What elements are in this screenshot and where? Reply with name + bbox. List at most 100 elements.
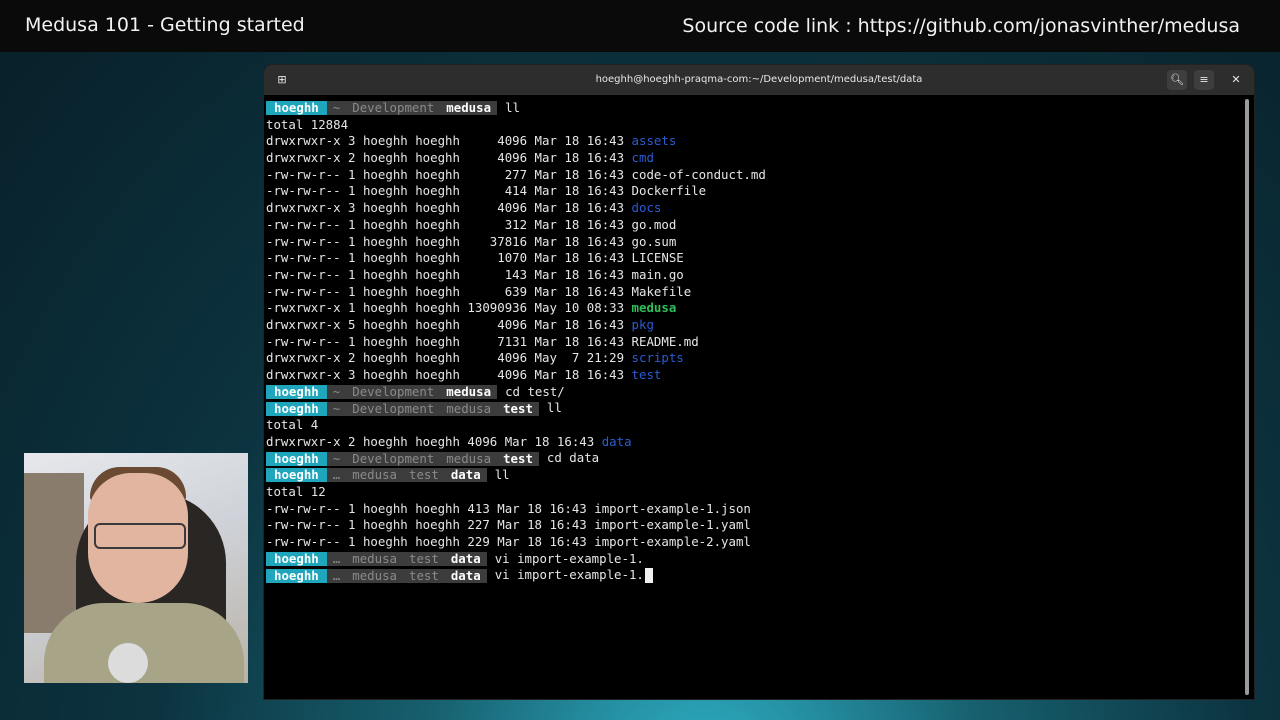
prompt-path-segment: … bbox=[326, 568, 347, 583]
prompt-current-dir: test bbox=[497, 401, 539, 416]
terminal-output[interactable]: hoeghh ~ Development medusa ll total 12884 drw… bbox=[266, 100, 766, 584]
listing-row: -rw-rw-r-- 1 hoeghh hoeghh 229 Mar 18 16… bbox=[266, 534, 766, 551]
text-cursor bbox=[644, 568, 653, 584]
file-meta: -rw-rw-r-- 1 hoeghh hoeghh 277 Mar 18 16… bbox=[266, 166, 632, 182]
prompt-path-segment: medusa bbox=[346, 468, 403, 483]
file-name: import-example-2.yaml bbox=[594, 533, 751, 549]
prompt-user: hoeghh bbox=[266, 468, 327, 483]
listing-total: total 12 bbox=[266, 483, 326, 499]
prompt-path-segment: ~ bbox=[326, 101, 347, 116]
file-meta: drwxrwxr-x 2 hoeghh hoeghh 4096 Mar 18 1… bbox=[266, 433, 602, 449]
prompt-path-segment: medusa bbox=[440, 451, 498, 466]
listing-row: -rw-rw-r-- 1 hoeghh hoeghh 1070 Mar 18 1… bbox=[266, 250, 766, 267]
file-name: README.md bbox=[631, 333, 699, 349]
file-name: import-example-1.json bbox=[594, 500, 751, 516]
prompt-path-segment: test bbox=[403, 468, 445, 483]
prompt-current-dir: data bbox=[444, 568, 487, 583]
file-meta: -rw-rw-r-- 1 hoeghh hoeghh 229 Mar 18 16… bbox=[266, 533, 595, 549]
listing-row: -rw-rw-r-- 1 hoeghh hoeghh 639 Mar 18 16… bbox=[266, 284, 766, 301]
prompt-path-segment: test bbox=[403, 568, 445, 583]
prompt-current-dir: medusa bbox=[440, 385, 498, 400]
file-meta: -rw-rw-r-- 1 hoeghh hoeghh 227 Mar 18 16… bbox=[266, 517, 595, 533]
file-meta: drwxrwxr-x 2 hoeghh hoeghh 4096 May 7 21… bbox=[266, 350, 632, 366]
webcam-overlay bbox=[24, 453, 248, 683]
listing-total: total 12884 bbox=[266, 116, 349, 132]
prompt-path-segment: medusa bbox=[346, 551, 403, 566]
prompt-command: cd data bbox=[546, 450, 600, 466]
prompt-path-segment: ~ bbox=[326, 401, 347, 416]
file-meta: -rw-rw-r-- 1 hoeghh hoeghh 414 Mar 18 16… bbox=[266, 183, 632, 199]
file-meta: -rwxrwxr-x 1 hoeghh hoeghh 13090936 May … bbox=[266, 300, 632, 316]
prompt-line: hoeghh ~ Development medusa ll bbox=[266, 100, 766, 117]
prompt-command: vi import-example-1. bbox=[494, 550, 644, 566]
search-icon[interactable]: 🔍︎ bbox=[1167, 70, 1187, 90]
listing-row: -rw-rw-r-- 1 hoeghh hoeghh 414 Mar 18 16… bbox=[266, 183, 766, 200]
prompt-command: ll bbox=[494, 467, 510, 483]
file-name: docs bbox=[631, 200, 662, 216]
file-name: go.sum bbox=[631, 233, 677, 249]
prompt-path-segment: Development bbox=[346, 101, 441, 116]
file-name: pkg bbox=[631, 316, 654, 332]
prompt-command: ll bbox=[546, 400, 562, 416]
prompt-current-dir: data bbox=[444, 551, 487, 566]
file-name: scripts bbox=[631, 350, 684, 366]
file-meta: -rw-rw-r-- 1 hoeghh hoeghh 1070 Mar 18 1… bbox=[266, 250, 632, 266]
prompt-path-segment: … bbox=[326, 468, 347, 483]
file-name: data bbox=[601, 433, 632, 449]
file-name: cmd bbox=[631, 150, 654, 166]
terminal-window[interactable]: ⊞ hoeghh@hoeghh-praqma-com:~/Development… bbox=[264, 65, 1254, 699]
prompt-user: hoeghh bbox=[266, 551, 327, 566]
hamburger-menu-icon[interactable]: ≡ bbox=[1194, 70, 1214, 90]
listing-total: total 4 bbox=[266, 417, 319, 433]
terminal-titlebar: ⊞ hoeghh@hoeghh-praqma-com:~/Development… bbox=[264, 65, 1254, 95]
prompt-user: hoeghh bbox=[266, 451, 327, 466]
close-icon[interactable]: ✕ bbox=[1226, 70, 1246, 90]
prompt-line: hoeghh ~ Development medusa cd test/ bbox=[266, 384, 766, 401]
prompt-command: cd test/ bbox=[505, 383, 565, 399]
prompt-command: ll bbox=[505, 100, 520, 115]
prompt-user: hoeghh bbox=[266, 385, 327, 400]
file-meta: drwxrwxr-x 3 hoeghh hoeghh 4096 Mar 18 1… bbox=[266, 133, 632, 149]
listing-row: drwxrwxr-x 5 hoeghh hoeghh 4096 Mar 18 1… bbox=[266, 317, 766, 334]
listing-row: drwxrwxr-x 2 hoeghh hoeghh 4096 Mar 18 1… bbox=[266, 434, 766, 451]
listing-row: drwxrwxr-x 3 hoeghh hoeghh 4096 Mar 18 1… bbox=[266, 200, 766, 217]
file-meta: -rw-rw-r-- 1 hoeghh hoeghh 143 Mar 18 16… bbox=[266, 266, 632, 282]
listing-row: -rw-rw-r-- 1 hoeghh hoeghh 7131 Mar 18 1… bbox=[266, 334, 766, 351]
source-code-link[interactable]: Source code link : https://github.com/jo… bbox=[682, 15, 1240, 37]
file-name: medusa bbox=[631, 300, 677, 316]
prompt-current-dir: medusa bbox=[440, 101, 498, 116]
listing-row: -rw-rw-r-- 1 hoeghh hoeghh 37816 Mar 18 … bbox=[266, 234, 766, 251]
prompt-path-segment: test bbox=[403, 551, 445, 566]
listing-row: -rw-rw-r-- 1 hoeghh hoeghh 312 Mar 18 16… bbox=[266, 217, 766, 234]
file-meta: drwxrwxr-x 5 hoeghh hoeghh 4096 Mar 18 1… bbox=[266, 316, 632, 332]
prompt-path-segment: Development bbox=[346, 451, 441, 466]
listing-row: -rw-rw-r-- 1 hoeghh hoeghh 143 Mar 18 16… bbox=[266, 267, 766, 284]
listing-row: drwxrwxr-x 3 hoeghh hoeghh 4096 Mar 18 1… bbox=[266, 367, 766, 384]
prompt-path-segment: ~ bbox=[326, 385, 347, 400]
file-name: LICENSE bbox=[631, 250, 684, 266]
scrollbar[interactable] bbox=[1245, 99, 1249, 695]
prompt-path-segment: medusa bbox=[346, 568, 403, 583]
listing-row: -rwxrwxr-x 1 hoeghh hoeghh 13090936 May … bbox=[266, 300, 766, 317]
prompt-user: hoeghh bbox=[266, 568, 327, 583]
prompt-command: vi import-example-1. bbox=[494, 567, 644, 583]
video-banner: Medusa 101 - Getting started Source code… bbox=[0, 0, 1280, 52]
video-title: Medusa 101 - Getting started bbox=[25, 14, 305, 36]
prompt-user: hoeghh bbox=[266, 101, 327, 116]
file-name: go.mod bbox=[631, 216, 677, 232]
file-meta: drwxrwxr-x 3 hoeghh hoeghh 4096 Mar 18 1… bbox=[266, 200, 632, 216]
prompt-line: hoeghh ~ Development medusa test ll bbox=[266, 400, 766, 417]
file-name: test bbox=[631, 367, 662, 382]
prompt-path-segment: Development bbox=[346, 401, 441, 416]
listing-row: -rw-rw-r-- 1 hoeghh hoeghh 277 Mar 18 16… bbox=[266, 167, 766, 184]
prompt-path-segment: … bbox=[326, 551, 347, 566]
listing-row: -rw-rw-r-- 1 hoeghh hoeghh 227 Mar 18 16… bbox=[266, 517, 766, 534]
listing-row: drwxrwxr-x 2 hoeghh hoeghh 4096 May 7 21… bbox=[266, 350, 766, 367]
file-name: Makefile bbox=[631, 283, 692, 299]
prompt-path-segment: ~ bbox=[326, 451, 347, 466]
file-meta: -rw-rw-r-- 1 hoeghh hoeghh 37816 Mar 18 … bbox=[266, 233, 632, 249]
prompt-line: hoeghh… medusa test data vi import-example-1… bbox=[266, 551, 766, 568]
prompt-line: hoeghh… medusa test data ll bbox=[266, 467, 766, 484]
file-meta: drwxrwxr-x 3 hoeghh hoeghh 4096 Mar 18 1… bbox=[266, 367, 632, 382]
prompt-current-dir: data bbox=[444, 468, 487, 483]
